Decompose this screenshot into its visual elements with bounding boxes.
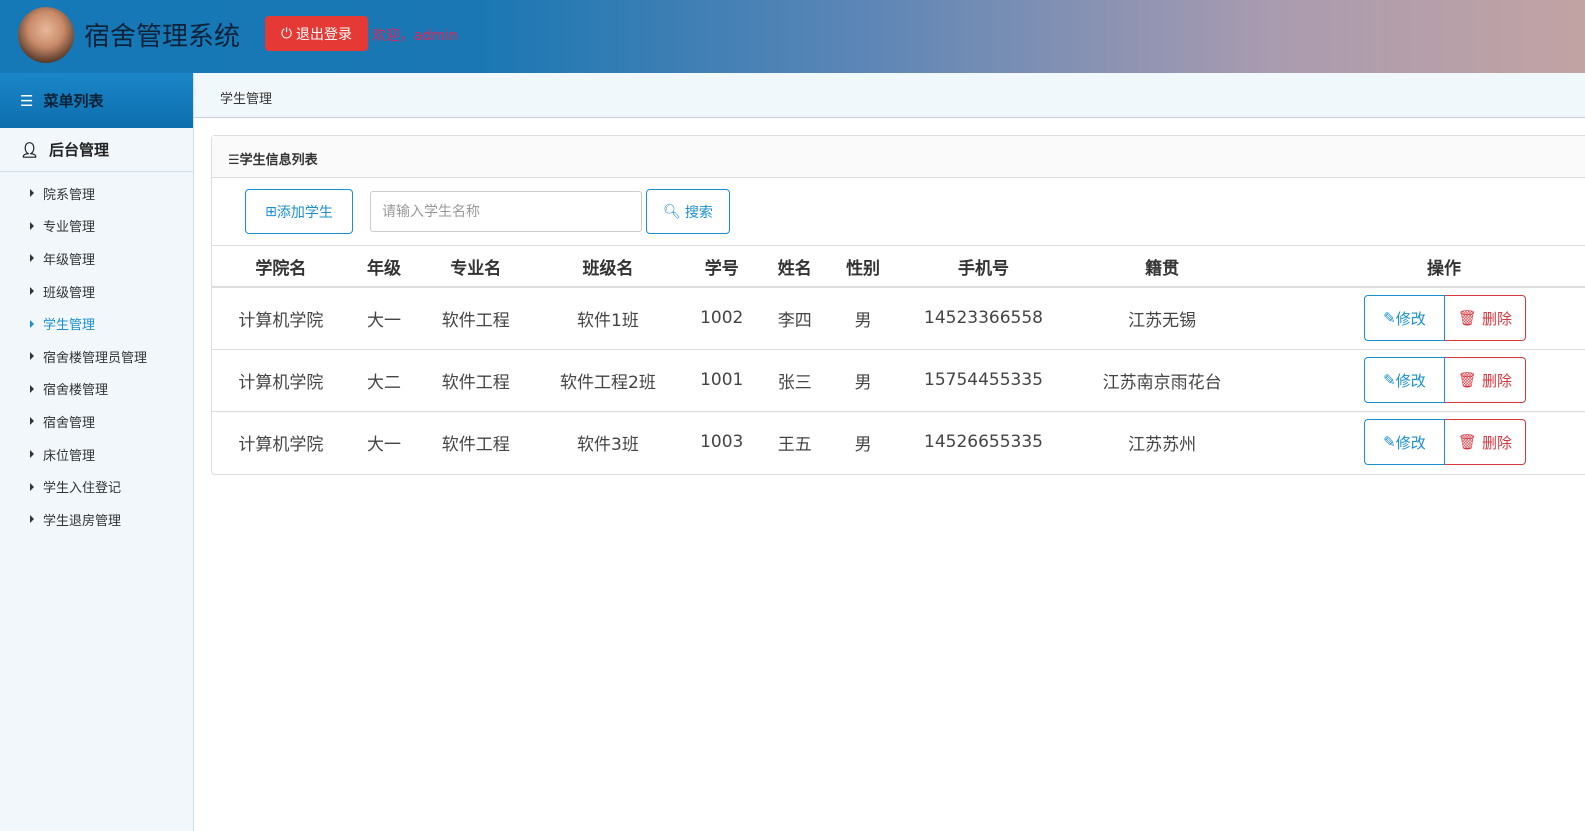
caret-right-icon	[30, 221, 34, 230]
caret-right-icon	[30, 482, 34, 491]
trash-icon: 🗑︎	[1457, 371, 1477, 389]
avatar	[18, 7, 74, 63]
toolbar: ⊞添加学生 🔍︎搜索	[212, 178, 1585, 246]
table-cell: 张三	[761, 349, 829, 412]
caret-right-icon	[30, 287, 34, 296]
caret-right-icon	[30, 417, 34, 426]
sidebar-group-admin[interactable]: 👤︎ 后台管理	[0, 128, 193, 172]
welcome-text: 欢迎，admin	[372, 28, 458, 44]
search-input[interactable]	[370, 191, 642, 232]
table-cell: 大一	[349, 287, 419, 350]
edit-button[interactable]: ✎ 修改	[1363, 419, 1445, 466]
column-header: 性别	[828, 246, 898, 288]
edit-icon: ✎	[1383, 433, 1396, 452]
panel-title: ☰学生信息列表	[212, 136, 1585, 178]
table-row: 计算机学院 大一 软件工程 软件3班 1003 王五 男 14526655335 江苏苏州 ✎ 修改…	[212, 411, 1585, 473]
sidebar-item[interactable]: 院系管理	[0, 177, 193, 210]
table-cell: 男	[828, 287, 898, 350]
table-cell: 软件工程	[418, 287, 534, 350]
column-header: 学号	[682, 246, 762, 288]
table-cell: 江苏无锡	[1069, 287, 1255, 350]
table-cell: 软件工程	[418, 349, 534, 412]
app-title: 宿舍管理系统	[84, 22, 241, 52]
caret-right-icon	[30, 319, 34, 328]
delete-button[interactable]: 🗑︎ 删除	[1444, 295, 1526, 342]
table-cell: 李四	[761, 287, 829, 350]
plus-square-icon: ⊞	[265, 203, 277, 220]
sidebar-item[interactable]: 宿舍楼管理员管理	[0, 340, 193, 373]
table-cell: 软件工程2班	[533, 349, 683, 412]
delete-button[interactable]: 🗑︎ 删除	[1444, 419, 1526, 466]
sidebar-item[interactable]: 学生入住登记	[0, 470, 193, 503]
table-cell: 王五	[777, 434, 812, 455]
caret-right-icon	[30, 384, 34, 393]
delete-button[interactable]: 🗑︎ 删除	[1444, 357, 1526, 403]
sidebar-item[interactable]: 学生退房管理	[0, 503, 193, 536]
column-header: 学院名	[212, 246, 350, 288]
table-row: 计算机学院 大一 软件工程 软件1班 1002 李四男 14523366558 江苏无锡 ✎ 修改…	[212, 287, 1585, 350]
sidebar-item[interactable]: 年级管理	[0, 242, 193, 275]
power-icon: ⏻	[280, 25, 293, 42]
student-table: 学院名 年级 专业名 班级名 学号 姓名 性别 手机号 籍贯 操作 计算机学院 大一 软件工程 软件1班…	[212, 246, 1585, 473]
edit-icon: ✎	[1383, 309, 1396, 328]
table-cell: 软件3班	[577, 434, 639, 455]
column-header: 籍贯	[1069, 246, 1255, 288]
add-student-button[interactable]: ⊞ 添加学生	[245, 189, 353, 234]
column-header: 操作	[1254, 246, 1585, 288]
column-header: 年级	[349, 246, 419, 288]
search-icon: 🔍︎	[663, 203, 681, 220]
column-header: 姓名	[761, 246, 829, 288]
search-button[interactable]: 🔍︎ 搜索	[646, 189, 730, 234]
table-cell: 江苏南京雨花台	[1069, 349, 1255, 412]
logout-button[interactable]: ⏻ 退出登录	[265, 16, 368, 51]
table-cell: 计算机学院	[212, 349, 350, 412]
table-cell: 1002	[682, 287, 762, 350]
column-header: 专业名	[418, 246, 534, 288]
trash-icon: 🗑︎	[1457, 433, 1477, 452]
actions-cell: ✎ 修改 🗑︎ 删除	[1255, 411, 1585, 473]
table-cell: 14526655335	[924, 432, 1043, 453]
table-cell: 江苏苏州	[1128, 434, 1197, 455]
table-cell: 大一	[366, 434, 401, 455]
caret-right-icon	[30, 254, 34, 263]
top-header: 宿舍管理系统 ⏻ 退出登录 欢迎，admin	[0, 0, 1585, 73]
table-cell: 15754455335	[897, 349, 1070, 412]
breadcrumb: 学生管理	[194, 73, 1585, 118]
table-cell: 计算机学院	[238, 434, 324, 455]
sidebar-item[interactable]: 宿舍楼管理	[0, 373, 193, 406]
sidebar-item[interactable]: 宿舍管理	[0, 405, 193, 438]
table-cell: 男	[828, 349, 898, 412]
menu-header: ☰ 菜单列表	[0, 73, 193, 128]
actions-cell: ✎ 修改 🗑︎ 删除	[1254, 287, 1585, 350]
table-cell: 计算机学院	[212, 287, 350, 350]
actions-cell: ✎ 修改 🗑︎ 删除	[1254, 349, 1585, 412]
sidebar-item[interactable]: 班级管理	[0, 275, 193, 308]
edit-button[interactable]: ✎ 修改	[1363, 295, 1445, 342]
column-header: 手机号	[897, 246, 1070, 288]
caret-right-icon	[30, 352, 34, 361]
caret-right-icon	[30, 450, 34, 459]
list-icon: ☰	[20, 91, 34, 110]
sidebar-item[interactable]: 床位管理	[0, 438, 193, 471]
table-cell: 14523366558	[897, 287, 1070, 350]
caret-right-icon	[30, 189, 34, 198]
sidebar: ☰ 菜单列表 👤︎ 后台管理 院系管理 专业管理 年级管理 班级管理 学生管理 宿舍楼管理员管…	[0, 73, 194, 831]
sidebar-item[interactable]: 学生管理	[0, 307, 193, 340]
table-cell: 1001	[682, 349, 762, 412]
table-cell: 软件1班	[533, 287, 683, 350]
table-cell: 软件工程	[441, 434, 510, 455]
caret-right-icon	[30, 515, 34, 524]
edit-button[interactable]: ✎ 修改	[1363, 357, 1445, 403]
user-icon: 👤︎	[20, 140, 40, 159]
student-panel: ☰学生信息列表 ⊞添加学生 🔍︎搜索 学院名年级专业名班级名学号姓名性别手机号籍…	[211, 135, 1585, 475]
column-header: 班级名	[533, 246, 683, 288]
sidebar-item[interactable]: 专业管理	[0, 210, 193, 243]
table-cell: 男	[854, 434, 872, 455]
table-row: 计算机学院 大二 软件工程 软件工程2班 1001 张三男 15754455335 江苏南京雨…	[212, 349, 1585, 412]
trash-icon: 🗑︎	[1457, 309, 1477, 328]
edit-icon: ✎	[1383, 371, 1396, 389]
table-cell: 大二	[349, 349, 419, 412]
table-cell: 1003	[700, 432, 744, 453]
